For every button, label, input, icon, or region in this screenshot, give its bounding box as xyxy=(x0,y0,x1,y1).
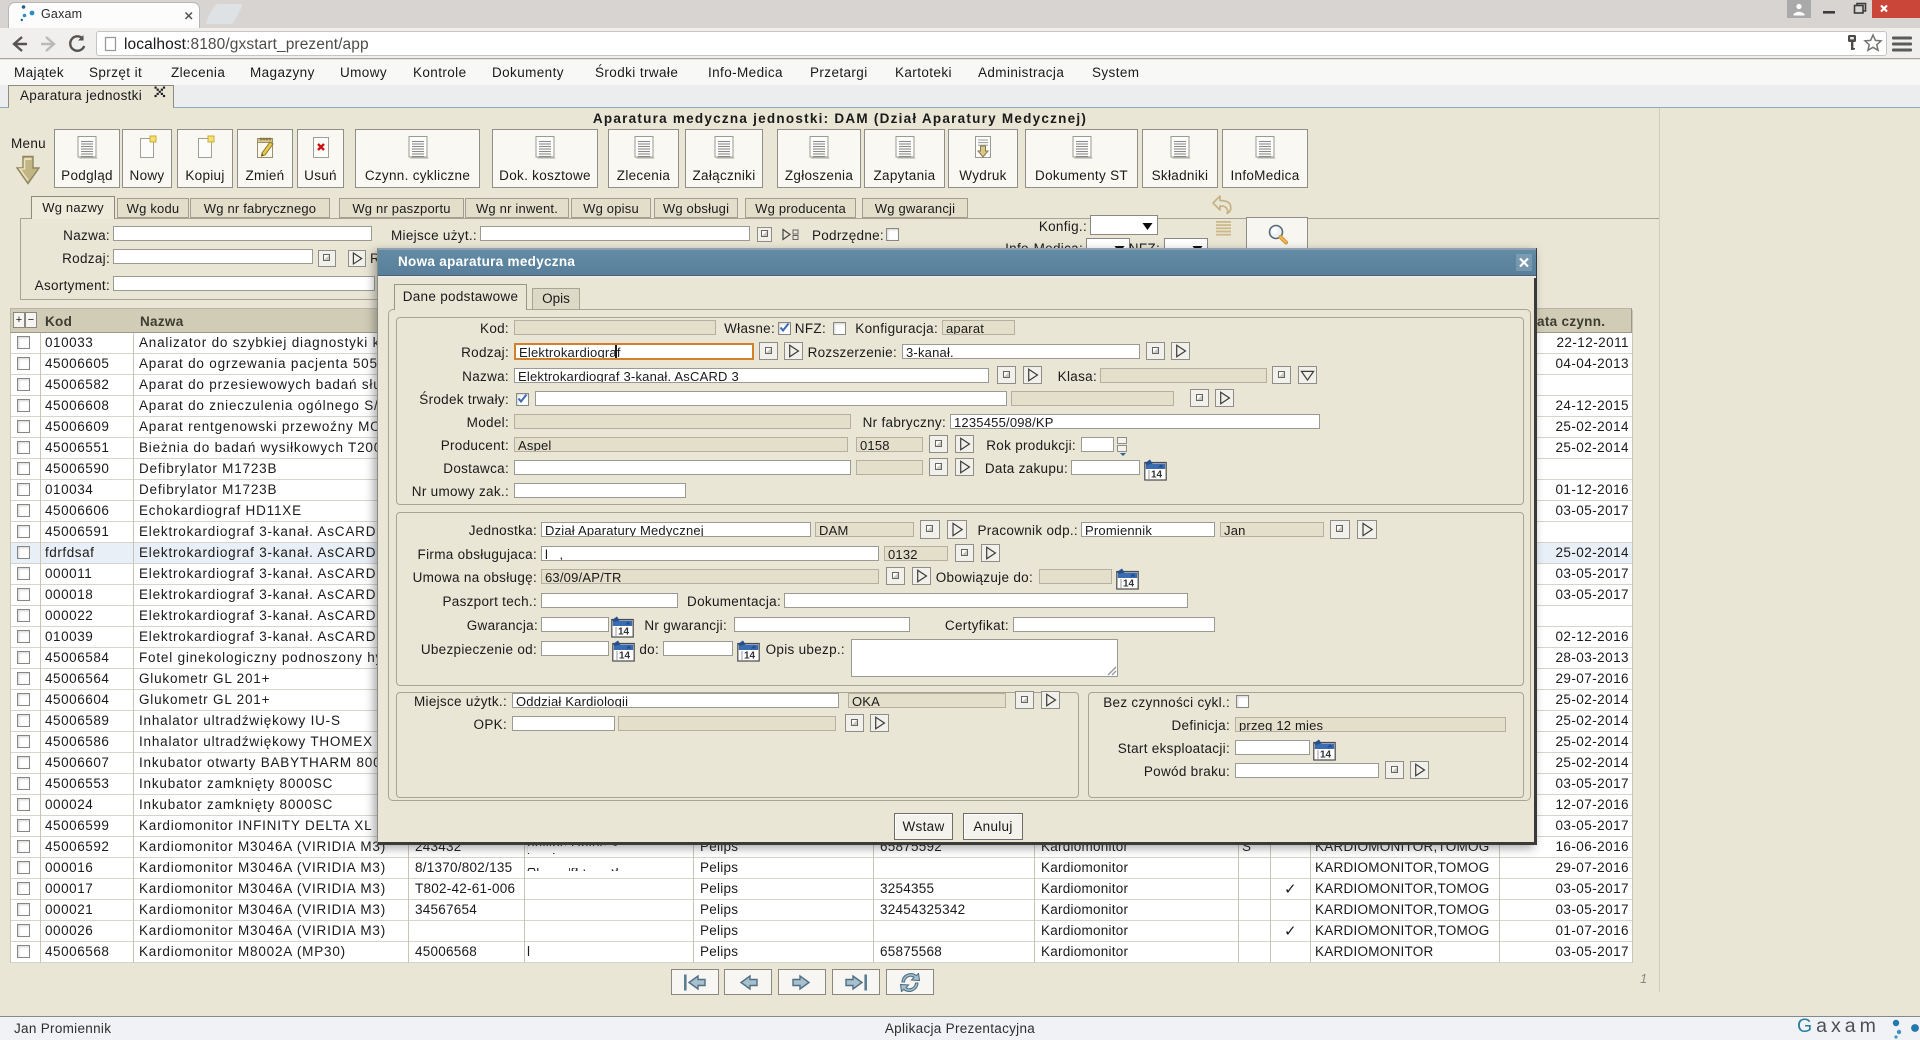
svg-text:14: 14 xyxy=(1123,579,1135,590)
svg-text:14: 14 xyxy=(1151,470,1163,481)
svg-text:Gaxam: Gaxam xyxy=(1797,1016,1880,1037)
svg-text:14: 14 xyxy=(1320,750,1332,761)
